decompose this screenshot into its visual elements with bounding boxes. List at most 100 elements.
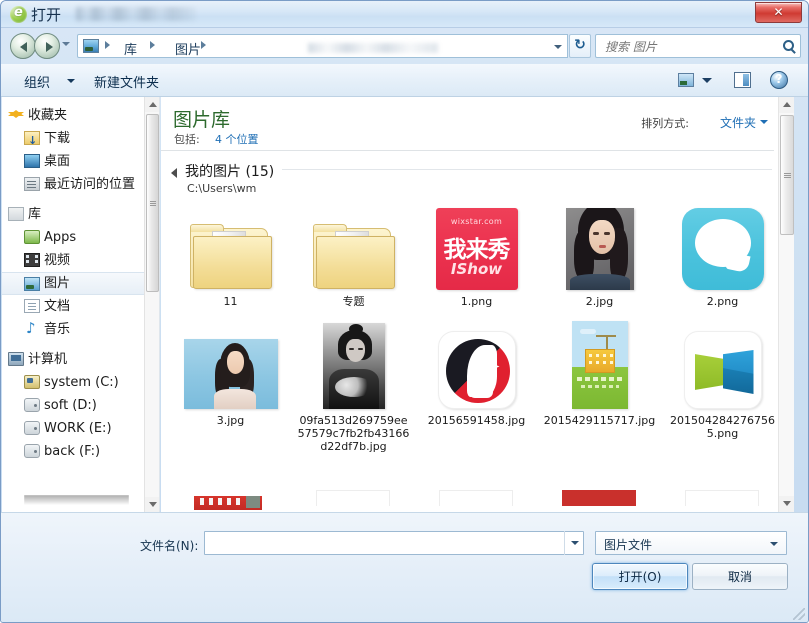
- breadcrumb-separator-icon: [105, 41, 110, 49]
- file-item[interactable]: 2.jpg: [538, 200, 661, 308]
- chevron-down-icon[interactable]: [702, 78, 712, 83]
- organize-button[interactable]: 组织: [24, 72, 50, 91]
- drive-icon: [24, 421, 40, 435]
- file-name: 专题: [342, 295, 365, 308]
- sidebar-scrollbar-thumb[interactable]: [146, 114, 159, 292]
- open-button[interactable]: 打开(O): [592, 563, 688, 590]
- sidebar-group-libraries: 库 Apps 视频 图片 文档 ♪ 音乐: [2, 203, 145, 341]
- sidebar-item-libraries[interactable]: 库: [2, 203, 145, 226]
- file-item[interactable]: 2015042842767565.png: [661, 319, 784, 440]
- open-file-dialog: 打开 库 图片 组织 新建文件夹: [0, 0, 809, 623]
- music-icon: [24, 317, 40, 340]
- file-item[interactable]: 专题: [292, 200, 415, 308]
- cancel-button[interactable]: 取消: [692, 563, 788, 590]
- sidebar-item-computer[interactable]: 计算机: [2, 348, 145, 371]
- file-name: 2.png: [706, 295, 739, 308]
- sidebar-item-label: 收藏夹: [28, 108, 68, 123]
- file-item[interactable]: 09fa513d269759ee57579c7fb2fb43166d22df7b…: [292, 319, 415, 453]
- new-folder-button[interactable]: 新建文件夹: [94, 72, 159, 91]
- breadcrumb-item-pictures[interactable]: 图片: [175, 39, 201, 58]
- refresh-icon[interactable]: [569, 34, 591, 58]
- sidebar-item-label: soft (D:): [44, 398, 97, 413]
- drive-icon: [24, 398, 40, 412]
- file-item-clipped[interactable]: [661, 490, 784, 506]
- address-dropdown-icon[interactable]: [548, 34, 568, 58]
- help-icon[interactable]: [770, 71, 788, 89]
- breadcrumb-item-library[interactable]: 库: [124, 39, 137, 58]
- file-item[interactable]: 2015429115717.jpg: [538, 319, 661, 427]
- clipped-thumbnail: [685, 490, 759, 506]
- sidebar-item-label: 库: [28, 207, 42, 222]
- file-name: 09fa513d269759ee57579c7fb2fb43166d22df7b…: [297, 414, 410, 453]
- sidebar-item-label: 最近访问的位置: [44, 177, 136, 192]
- sidebar-group-computer: 计算机 system (C:) soft (D:) WORK (E:) back…: [2, 348, 145, 463]
- apps-folder-icon: [24, 230, 40, 244]
- header-divider: [161, 150, 774, 151]
- sidebar-item-label: 图片: [44, 276, 71, 291]
- preview-pane-icon[interactable]: [734, 72, 751, 88]
- sidebar-item-desktop[interactable]: 桌面: [2, 150, 145, 173]
- sidebar-item-videos[interactable]: 视频: [2, 249, 145, 272]
- file-type-filter-select[interactable]: 图片文件: [595, 531, 787, 555]
- file-item[interactable]: 3.jpg: [169, 319, 292, 427]
- sidebar-item-recent-places[interactable]: 最近访问的位置: [2, 173, 145, 196]
- scroll-up-icon[interactable]: [145, 97, 159, 112]
- sidebar-item-drive-c[interactable]: system (C:): [2, 371, 145, 394]
- sidebar-item-downloads[interactable]: 下载: [2, 127, 145, 152]
- wixstar-logo-thumbnail: wixstar.com 我来秀 IShow: [415, 200, 538, 290]
- green-poster-thumbnail: [538, 319, 661, 409]
- documents-icon: [24, 299, 40, 313]
- file-list-pane: 图片库 包括: 4 个位置 排列方式: 文件夹 我的图片 (15) C:\Use…: [161, 97, 794, 512]
- scroll-up-icon[interactable]: [779, 97, 794, 113]
- sidebar-item-documents[interactable]: 文档: [2, 295, 145, 318]
- back-arrow-icon[interactable]: [10, 33, 36, 59]
- file-item-clipped[interactable]: [415, 490, 538, 506]
- view-mode-icon[interactable]: [678, 73, 694, 87]
- sidebar-item-drive-d[interactable]: soft (D:): [2, 394, 145, 417]
- sidebar-item-favorites[interactable]: 收藏夹: [2, 104, 145, 127]
- chevron-down-icon[interactable]: [760, 120, 768, 124]
- search-icon: [783, 40, 794, 51]
- sidebar-item-drive-e[interactable]: WORK (E:): [2, 417, 145, 440]
- arrange-by-value[interactable]: 文件夹: [720, 114, 756, 131]
- file-item-clipped[interactable]: [292, 490, 415, 506]
- file-item-clipped[interactable]: [169, 490, 292, 510]
- sidebar-item-label: 桌面: [44, 154, 71, 169]
- file-item[interactable]: 20156591458.jpg: [415, 319, 538, 427]
- includes-label: 包括:: [174, 133, 200, 146]
- file-list-scrollbar[interactable]: [778, 97, 794, 512]
- chevron-down-icon[interactable]: [67, 79, 75, 83]
- cyan-q-bubble-icon-thumbnail: [661, 200, 784, 290]
- file-item[interactable]: wixstar.com 我来秀 IShow 1.png: [415, 200, 538, 308]
- chevron-down-icon: [770, 542, 778, 546]
- chevron-down-icon[interactable]: [62, 42, 70, 46]
- clipped-thumbnail: [439, 490, 513, 506]
- sidebar-item-drive-f[interactable]: back (F:): [2, 440, 145, 463]
- collapse-triangle-icon[interactable]: [171, 168, 177, 178]
- address-bar[interactable]: 库 图片: [77, 34, 561, 58]
- file-item[interactable]: 2.png: [661, 200, 784, 308]
- search-box[interactable]: [595, 34, 801, 58]
- filename-dropdown-icon[interactable]: [564, 531, 584, 555]
- scroll-down-icon[interactable]: [779, 496, 794, 512]
- file-item[interactable]: 11: [169, 200, 292, 308]
- file-name: 20156591458.jpg: [427, 414, 526, 427]
- sidebar-scrollbar[interactable]: [144, 97, 159, 512]
- file-name: 2015042842767565.png: [670, 414, 775, 440]
- woman-portrait-bw-thumbnail: [292, 319, 415, 409]
- scroll-down-icon[interactable]: [145, 497, 159, 512]
- navigation-pane: 收藏夹 下载 桌面 最近访问的位置 库: [2, 97, 160, 512]
- file-list-scrollbar-thumb[interactable]: [780, 115, 794, 235]
- includes-locations-link[interactable]: 4 个位置: [215, 131, 259, 147]
- woman-portrait-grey-thumbnail: [538, 200, 661, 290]
- sidebar-item-pictures[interactable]: 图片: [2, 272, 145, 295]
- resize-grip-icon[interactable]: [793, 608, 805, 620]
- search-input[interactable]: [603, 38, 773, 56]
- close-button[interactable]: [755, 2, 802, 23]
- sidebar-item-apps[interactable]: Apps: [2, 226, 145, 249]
- sidebar-item-music[interactable]: 音乐: [2, 317, 145, 341]
- filename-input[interactable]: [204, 531, 584, 555]
- window-title: 打开: [31, 6, 62, 24]
- forward-arrow-icon[interactable]: [34, 33, 60, 59]
- file-item-clipped[interactable]: [538, 490, 661, 506]
